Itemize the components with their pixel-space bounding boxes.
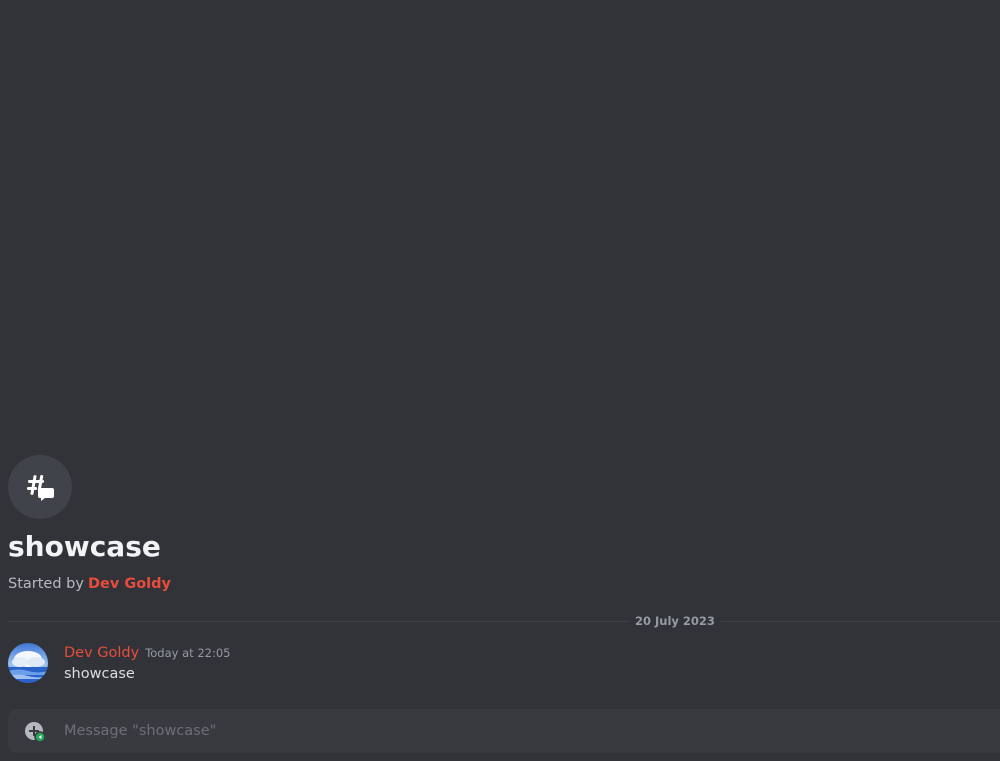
thread-view: showcase Started by Dev Goldy 20 July 202…	[0, 0, 1000, 761]
avatar[interactable]	[8, 643, 48, 683]
message-timestamp[interactable]: Today at 22:05	[145, 646, 230, 660]
message-header: Dev Goldy Today at 22:05	[64, 642, 230, 663]
message-author[interactable]: Dev Goldy	[64, 645, 139, 661]
message-content: showcase	[64, 666, 135, 682]
message-item: Dev Goldy Today at 22:05 showcase	[8, 642, 1000, 686]
thread-icon	[8, 455, 72, 519]
date-divider	[8, 621, 1000, 622]
sky-ocean-avatar-icon	[8, 643, 48, 683]
add-circle-icon	[25, 722, 46, 743]
date-divider-label: 20 July 2023	[629, 612, 721, 630]
message-input[interactable]	[64, 709, 964, 753]
started-by: Started by Dev Goldy	[8, 574, 171, 594]
started-by-author[interactable]: Dev Goldy	[88, 576, 171, 592]
attach-button[interactable]	[24, 721, 46, 743]
thread-title: showcase	[8, 530, 161, 563]
hash-thread-icon	[27, 475, 54, 501]
started-by-label: Started by	[8, 576, 84, 592]
message-composer	[8, 709, 1000, 753]
